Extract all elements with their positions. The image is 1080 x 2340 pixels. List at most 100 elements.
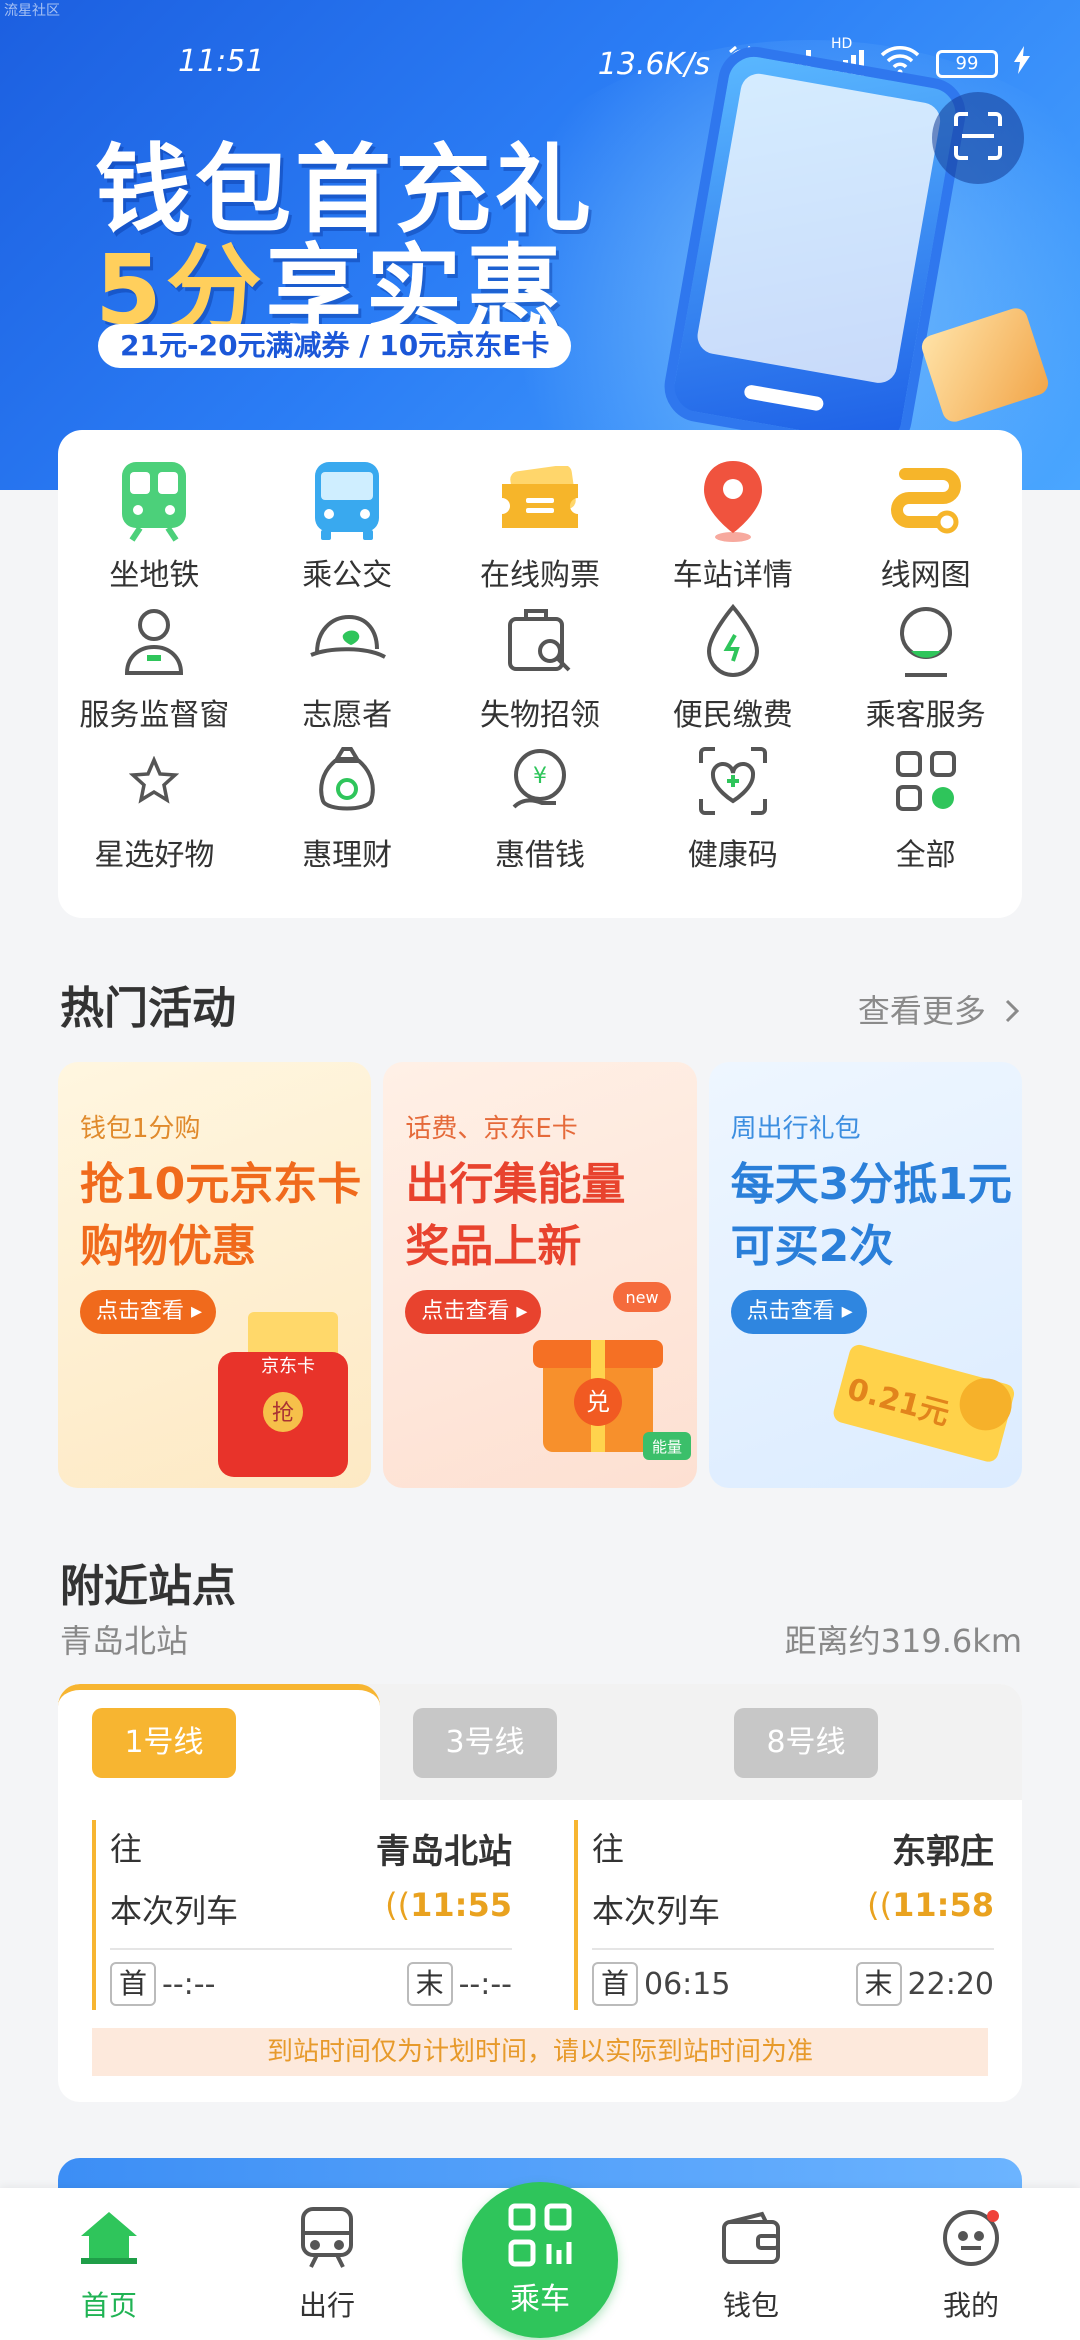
tab-line-8[interactable]: 8号线 — [734, 1708, 878, 1778]
first-train-time: 06:15 — [644, 1966, 731, 2002]
nav-wallet[interactable]: 钱包 — [676, 2198, 826, 2338]
last-train: 末 22:20 — [855, 1962, 994, 2006]
activity-tag: 话费、京东E卡 — [405, 1114, 578, 1144]
service-payment-drop[interactable]: 便民缴费 — [636, 596, 829, 736]
nav-travel[interactable]: 出行 — [252, 2198, 402, 2338]
nav-travel-label: 出行 — [298, 2289, 355, 2322]
wallet-icon — [711, 2198, 791, 2278]
toward-label: 往 — [110, 1830, 143, 1868]
direction-panel-1: 往 青岛北站 本次列车 ((11:55 首 --:-- 末 --:-- — [92, 1820, 512, 2010]
destination-name: 东郭庄 — [892, 1832, 994, 1872]
live-signal-icon: (( — [385, 1886, 411, 1924]
service-label: 坐地铁 — [109, 558, 200, 593]
direction-accent-line — [574, 1820, 578, 2010]
network-speed: 13.6K/s — [597, 46, 710, 82]
ride-button-label: 乘车 — [510, 2282, 570, 2317]
activity-headline-line2: 奖品上新 — [405, 1221, 582, 1272]
energy-label: 能量 — [652, 1438, 682, 1456]
phone-home-bar — [743, 383, 825, 412]
loan-hand-icon: ¥ — [495, 736, 585, 826]
services-grid: 坐地铁 乘公交 在线购票 车站详情 线网图服务监督窗 志愿者 失物招领 便民缴费 乘客服务星选好… — [58, 456, 1022, 876]
service-supervisor[interactable]: 服务监督窗 — [58, 596, 251, 736]
service-health-code[interactable]: 健康码 — [636, 736, 829, 876]
tab-line-3[interactable]: 3号线 — [413, 1708, 557, 1778]
service-loan-hand[interactable]: ¥ 惠借钱 — [444, 736, 637, 876]
redeem-label: 兑 — [586, 1388, 610, 1416]
service-label: 志愿者 — [302, 698, 393, 733]
envelope-card-label: 京东卡 — [261, 1356, 315, 1377]
first-train: 首 --:-- — [110, 1962, 215, 2006]
nearby-distance: 距离约319.6km — [784, 1622, 1022, 1660]
activity-headline-line2: 购物优惠 — [80, 1221, 256, 1272]
activity-card-energy[interactable]: 话费、京东E卡 出行集能量 奖品上新 点击查看 ▸ new 兑 能量 — [383, 1062, 697, 1488]
service-lost-found[interactable]: 失物招领 — [444, 596, 637, 736]
service-passenger-service[interactable]: 乘客服务 — [829, 596, 1022, 736]
volunteer-cap-icon — [302, 596, 392, 686]
status-time: 11:51 — [178, 44, 265, 79]
service-label: 在线购票 — [479, 558, 600, 593]
supervisor-icon — [109, 596, 199, 686]
tab-line-1[interactable]: 1号线 — [92, 1708, 236, 1778]
health-code-icon — [688, 736, 778, 826]
service-bus[interactable]: 乘公交 — [251, 456, 444, 596]
service-location-pin[interactable]: 车站详情 — [636, 456, 829, 596]
service-label: 乘公交 — [302, 558, 393, 593]
view-more-link[interactable]: 查看更多 — [858, 986, 1022, 1032]
view-details-button[interactable]: 点击查看 ▸ — [730, 1290, 867, 1334]
activity-cards: 钱包1分购 抢10元京东卡 购物优惠 点击查看 ▸ 抢 京东卡 话费、京东E卡 … — [58, 1062, 1022, 1488]
next-train-time-value: 11:55 — [410, 1886, 512, 1924]
view-details-button[interactable]: 点击查看 ▸ — [80, 1290, 217, 1334]
first-train-badge: 首 — [110, 1962, 156, 2006]
next-train-time-value: 11:58 — [892, 1886, 994, 1924]
ride-button[interactable]: 乘车 — [462, 2182, 618, 2338]
hd-label: HD — [831, 36, 853, 52]
first-train-time: --:-- — [162, 1966, 216, 2002]
activity-headline: 抢10元京东卡 购物优惠 — [80, 1154, 371, 1278]
activity-headline-line1: 出行集能量 — [405, 1159, 626, 1210]
service-volunteer-cap[interactable]: 志愿者 — [251, 596, 444, 736]
service-label: 星选好物 — [94, 838, 215, 873]
home-icon — [69, 2198, 149, 2278]
service-all-grid[interactable]: 全部 — [829, 736, 1022, 876]
arrival-notice: 到站时间仅为计划时间，请以实际到站时间为准 — [92, 2028, 988, 2076]
service-label: 线网图 — [880, 558, 971, 593]
activity-card-jd[interactable]: 钱包1分购 抢10元京东卡 购物优惠 点击查看 ▸ 抢 京东卡 — [58, 1062, 372, 1488]
next-train-time: ((11:55 — [385, 1886, 512, 1924]
banner-subtitle: 21元-20元满减券 / 10元京东E卡 — [98, 324, 572, 368]
red-envelope-illustration: 抢 京东卡 — [218, 1312, 348, 1477]
last-train-time: --:-- — [458, 1966, 512, 2002]
route-map-icon — [881, 456, 971, 546]
passenger-service-icon — [881, 596, 971, 686]
nav-home[interactable]: 首页 — [34, 2198, 184, 2338]
ticket-icon — [495, 456, 585, 546]
activity-headline-line1: 抢10元京东卡 — [80, 1159, 362, 1210]
scan-button[interactable] — [932, 92, 1024, 184]
nav-mine[interactable]: 我的 — [896, 2198, 1046, 2338]
payment-drop-icon — [688, 596, 778, 686]
service-label: 健康码 — [687, 838, 778, 873]
service-star[interactable]: 星选好物 — [58, 736, 251, 876]
cta-label: 点击查看 — [421, 1299, 510, 1324]
phone-screen — [694, 70, 943, 386]
cta-label: 点击查看 — [96, 1299, 185, 1324]
nearby-station-name: 青岛北站 — [60, 1622, 189, 1660]
next-train-time: ((11:58 — [867, 1886, 994, 1924]
activity-card-weekly[interactable]: 周出行礼包 每天3分抵1元 可买2次 点击查看 ▸ 0.21元 — [708, 1062, 1022, 1488]
last-train: 末 --:-- — [406, 1962, 512, 2006]
service-subway[interactable]: 坐地铁 — [58, 456, 251, 596]
hero-banner[interactable]: 流星社区 11:51 13.6K/s HD 99 钱包首充礼 5分享实惠 21元… — [0, 0, 1080, 490]
hot-activities-title: 热门活动 — [60, 983, 236, 1034]
first-train: 首 06:15 — [592, 1962, 730, 2006]
nearby-card: 1号线 3号线 8号线 往 青岛北站 本次列车 ((11:55 首 --:-- 末… — [58, 1684, 1022, 2102]
service-money-bag[interactable]: 惠理财 — [251, 736, 444, 876]
activity-headline-line2: 可买2次 — [730, 1221, 894, 1272]
activity-tag: 周出行礼包 — [730, 1114, 861, 1144]
scan-icon — [952, 110, 1004, 166]
last-train-time: 22:20 — [907, 1966, 994, 2002]
svg-text:¥: ¥ — [533, 764, 547, 789]
direction-panel-2: 往 东郭庄 本次列车 ((11:58 首 06:15 末 22:20 — [574, 1820, 994, 2010]
service-route-map[interactable]: 线网图 — [829, 456, 1022, 596]
line-tabs: 1号线 3号线 8号线 — [58, 1684, 1022, 1800]
nav-home-label: 首页 — [80, 2289, 137, 2322]
service-ticket[interactable]: 在线购票 — [444, 456, 637, 596]
